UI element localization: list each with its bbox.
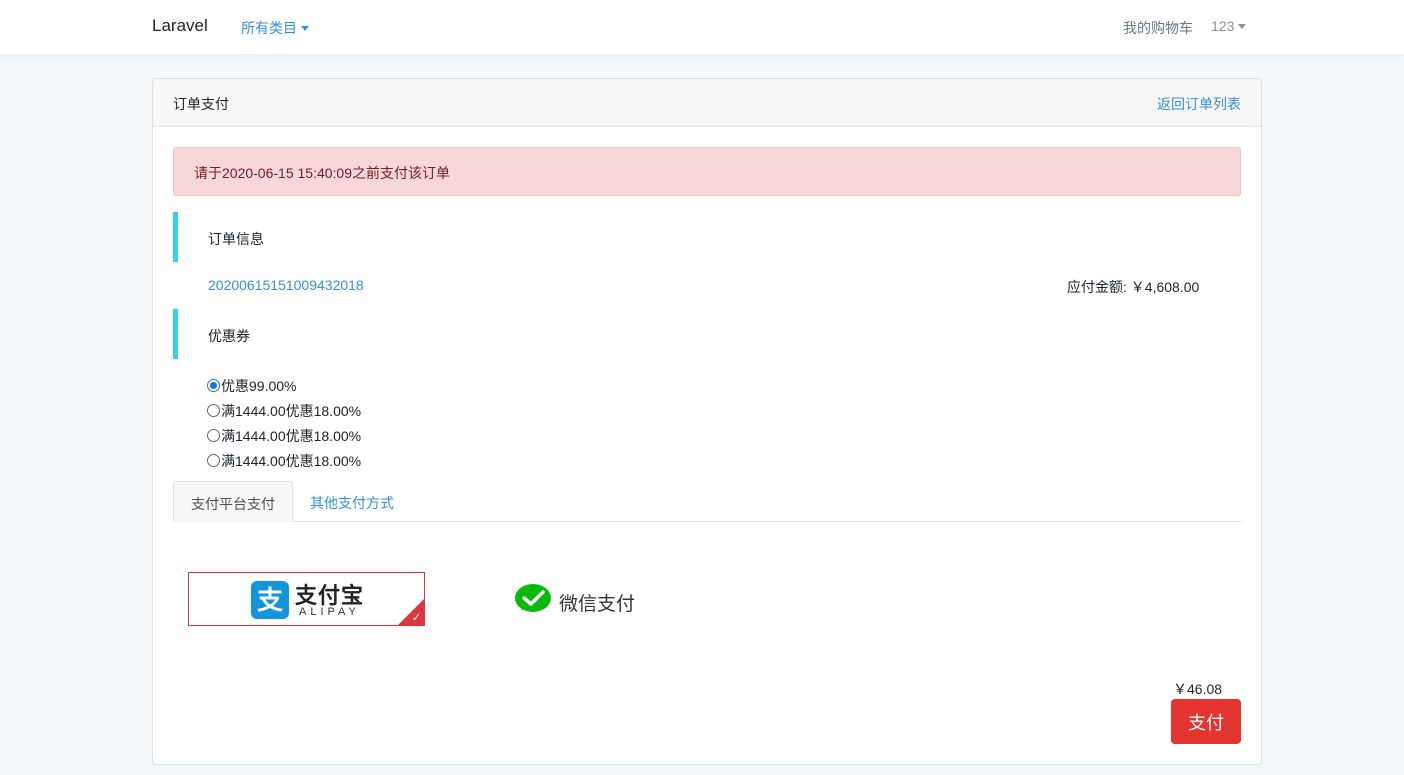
coupon-option[interactable]: 满1444.00优惠18.00% — [207, 423, 361, 448]
user-dropdown[interactable]: 123 — [1211, 18, 1247, 34]
wechat-pay-option[interactable]: 微信支付 — [513, 581, 643, 619]
tab-platform-payment[interactable]: 支付平台支付 — [173, 481, 293, 522]
caret-down-icon — [1238, 23, 1247, 29]
coupon-option[interactable]: 优惠99.00% — [207, 373, 361, 398]
cart-link[interactable]: 我的购物车 — [1123, 18, 1193, 38]
back-to-orders-link[interactable]: 返回订单列表 — [1157, 94, 1241, 114]
coupon-label: 优惠99.00% — [221, 377, 297, 394]
card-title: 订单支付 — [173, 96, 229, 112]
user-name: 123 — [1211, 18, 1235, 34]
payment-card: 订单支付 返回订单列表 请于2020-06-15 15:40:09之前支付该订单… — [152, 78, 1262, 765]
payment-tabs: 支付平台支付 其他支付方式 — [173, 481, 1241, 522]
coupon-option[interactable]: 满1444.00优惠18.00% — [207, 448, 361, 473]
coupon-label: 满1444.00优惠18.00% — [221, 427, 362, 444]
categories-dropdown[interactable]: 所有类目 — [241, 18, 309, 38]
coupon-list: 优惠99.00% 满1444.00优惠18.00% 满1444.00优惠18.0… — [207, 373, 361, 473]
order-info-title: 订单信息 — [208, 231, 264, 247]
alipay-logo-icon: 支 — [251, 581, 289, 619]
amount-due: 应付金额: ￥4,608.00 — [1067, 277, 1199, 297]
card-header: 订单支付 返回订单列表 — [153, 79, 1261, 127]
payable-total: ￥46.08 — [1173, 681, 1223, 697]
radio-unchecked[interactable] — [207, 429, 220, 442]
alipay-en-label: ALIPAY — [299, 606, 360, 618]
deadline-alert: 请于2020-06-15 15:40:09之前支付该订单 — [173, 147, 1241, 196]
coupon-label: 满1444.00优惠18.00% — [221, 452, 362, 469]
pay-button[interactable]: 支付 — [1171, 699, 1241, 744]
caret-down-icon — [301, 25, 309, 31]
radio-unchecked[interactable] — [207, 454, 220, 467]
coupon-title: 优惠券 — [208, 328, 250, 344]
coupon-section: 优惠券 — [173, 309, 1241, 359]
coupon-label: 满1444.00优惠18.00% — [221, 402, 362, 419]
navbar: Laravel 所有类目 我的购物车 123 — [0, 0, 1404, 54]
radio-unchecked[interactable] — [207, 404, 220, 417]
check-icon: ✓ — [411, 612, 421, 624]
order-number-link[interactable]: 20200615151009432018 — [208, 277, 364, 293]
wechat-pay-label: 微信支付 — [559, 594, 636, 615]
alipay-option[interactable]: 支 支付宝 ALIPAY ✓ — [188, 572, 425, 626]
tab-other-payment[interactable]: 其他支付方式 — [294, 481, 410, 522]
radio-checked[interactable] — [207, 379, 220, 392]
wechat-icon — [515, 584, 551, 612]
coupon-option[interactable]: 满1444.00优惠18.00% — [207, 398, 361, 423]
amount-label: 应付金额: — [1067, 279, 1127, 295]
amount-value: ￥4,608.00 — [1130, 279, 1200, 295]
order-info-section: 订单信息 — [173, 212, 1241, 262]
brand-link[interactable]: Laravel — [152, 16, 208, 36]
categories-label: 所有类目 — [241, 20, 297, 36]
